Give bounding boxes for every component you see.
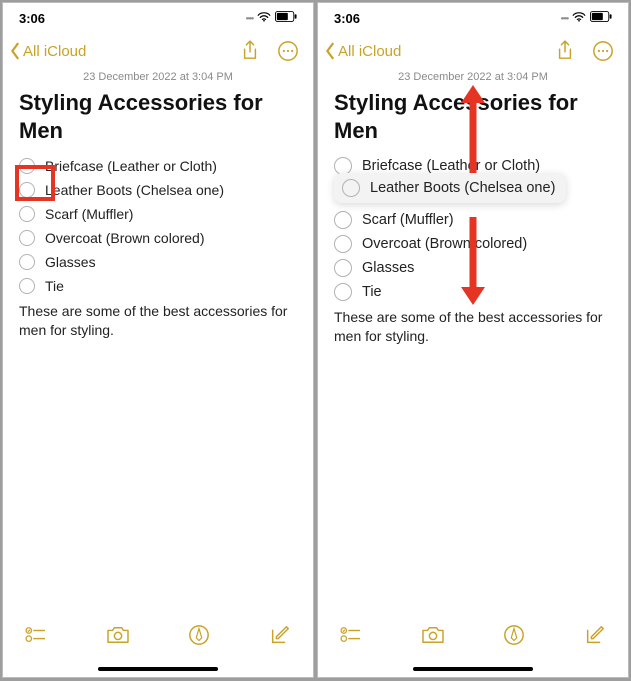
ellipsis-circle-icon <box>592 40 614 62</box>
status-bar: 3:06 •••• <box>3 3 313 33</box>
ellipsis-circle-icon <box>277 40 299 62</box>
checklist-button[interactable] <box>25 626 47 644</box>
signal-dots: •••• <box>246 14 253 23</box>
checklist-label[interactable]: Glasses <box>362 260 414 276</box>
checklist-item[interactable]: Tie <box>19 274 297 298</box>
checklist-item[interactable]: Overcoat (Brown colored) <box>19 226 297 250</box>
wifi-icon <box>572 12 586 25</box>
status-right: •••• <box>246 11 297 25</box>
status-time: 3:06 <box>334 11 360 26</box>
nav-bar: All iCloud <box>3 33 313 69</box>
checkbox-circle-icon[interactable] <box>19 182 35 198</box>
checkbox-circle-icon[interactable] <box>19 158 35 174</box>
camera-icon <box>106 625 130 645</box>
checklist-item[interactable]: Briefcase (Leather or Cloth) <box>19 154 297 178</box>
checklist-item[interactable]: Leather Boots (Chelsea one) <box>19 178 297 202</box>
note-paragraph[interactable]: These are some of the best accessories f… <box>334 308 612 346</box>
note-timestamp: 23 December 2022 at 3:04 PM <box>3 71 313 83</box>
compose-button[interactable] <box>584 624 606 646</box>
pen-circle-icon <box>188 624 210 646</box>
chevron-left-icon <box>9 42 21 60</box>
checklist-label[interactable]: Leather Boots (Chelsea one) <box>45 182 224 198</box>
note-paragraph[interactable]: These are some of the best accessories f… <box>19 302 297 340</box>
back-button[interactable]: All iCloud <box>9 42 86 60</box>
more-button[interactable] <box>277 40 299 62</box>
bottom-toolbar <box>3 611 313 659</box>
checkbox-circle-icon[interactable] <box>19 254 35 270</box>
markup-button[interactable] <box>503 624 525 646</box>
signal-dots: •••• <box>561 14 568 23</box>
note-title[interactable]: Styling Accessories for Men <box>19 89 297 144</box>
status-bar: 3:06 •••• <box>318 3 628 33</box>
note-timestamp: 23 December 2022 at 3:04 PM <box>318 71 628 83</box>
share-button[interactable] <box>241 40 259 62</box>
chevron-left-icon <box>324 42 336 60</box>
status-time: 3:06 <box>19 11 45 26</box>
status-right: •••• <box>561 11 612 25</box>
battery-icon <box>275 11 297 25</box>
markup-button[interactable] <box>188 624 210 646</box>
checklist-icon <box>25 626 47 644</box>
checkbox-circle-icon[interactable] <box>334 235 352 253</box>
note-content[interactable]: Styling Accessories for Men Briefcase (L… <box>3 89 313 340</box>
checklist-label[interactable]: Leather Boots (Chelsea one) <box>370 180 555 196</box>
share-icon <box>241 40 259 62</box>
checkbox-circle-icon[interactable] <box>19 206 35 222</box>
checklist-label[interactable]: Overcoat (Brown colored) <box>45 230 205 246</box>
back-button[interactable]: All iCloud <box>324 42 401 60</box>
checkbox-circle-icon[interactable] <box>19 278 35 294</box>
checklist-label[interactable]: Glasses <box>45 254 96 270</box>
checklist-item[interactable]: Tie <box>334 280 612 304</box>
checklist-label[interactable]: Tie <box>45 278 64 294</box>
checkbox-circle-icon[interactable] <box>342 179 360 197</box>
checklist-label[interactable]: Scarf (Muffler) <box>45 206 133 222</box>
battery-icon <box>590 11 612 25</box>
phone-right: 3:06 •••• All iCloud 23 December 2022 at… <box>317 2 629 678</box>
checklist-icon <box>340 626 362 644</box>
checklist-item[interactable]: Overcoat (Brown colored) <box>334 232 612 256</box>
note-content[interactable]: Styling Accessories for Men Briefcase (L… <box>318 89 628 346</box>
checkbox-circle-icon[interactable] <box>334 283 352 301</box>
checkbox-circle-icon[interactable] <box>334 211 352 229</box>
compose-icon <box>584 624 606 646</box>
share-button[interactable] <box>556 40 574 62</box>
checklist-item[interactable]: Scarf (Muffler) <box>334 208 612 232</box>
share-icon <box>556 40 574 62</box>
camera-icon <box>421 625 445 645</box>
back-label: All iCloud <box>338 43 401 60</box>
checklist-button[interactable] <box>340 626 362 644</box>
back-label: All iCloud <box>23 43 86 60</box>
dragging-checklist-item[interactable]: Leather Boots (Chelsea one) <box>334 173 566 203</box>
nav-bar: All iCloud <box>318 33 628 69</box>
more-button[interactable] <box>592 40 614 62</box>
checklist-item[interactable]: Scarf (Muffler) <box>19 202 297 226</box>
camera-button[interactable] <box>106 625 130 645</box>
checklist-label[interactable]: Scarf (Muffler) <box>362 212 454 228</box>
checklist-label[interactable]: Briefcase (Leather or Cloth) <box>45 158 217 174</box>
home-indicator[interactable] <box>98 667 218 671</box>
checkbox-circle-icon[interactable] <box>19 230 35 246</box>
pen-circle-icon <box>503 624 525 646</box>
checklist-label[interactable]: Overcoat (Brown colored) <box>362 236 527 252</box>
checklist-item[interactable]: Glasses <box>19 250 297 274</box>
bottom-toolbar <box>318 611 628 659</box>
phone-left: 3:06 •••• All iCloud 23 December 2022 at… <box>2 2 314 678</box>
checklist-item[interactable]: Glasses <box>334 256 612 280</box>
note-title[interactable]: Styling Accessories for Men <box>334 89 612 144</box>
camera-button[interactable] <box>421 625 445 645</box>
wifi-icon <box>257 12 271 25</box>
checklist-label[interactable]: Tie <box>362 284 382 300</box>
checkbox-circle-icon[interactable] <box>334 259 352 277</box>
compose-icon <box>269 624 291 646</box>
checklist-label[interactable]: Briefcase (Leather or Cloth) <box>362 158 540 174</box>
compose-button[interactable] <box>269 624 291 646</box>
home-indicator[interactable] <box>413 667 533 671</box>
